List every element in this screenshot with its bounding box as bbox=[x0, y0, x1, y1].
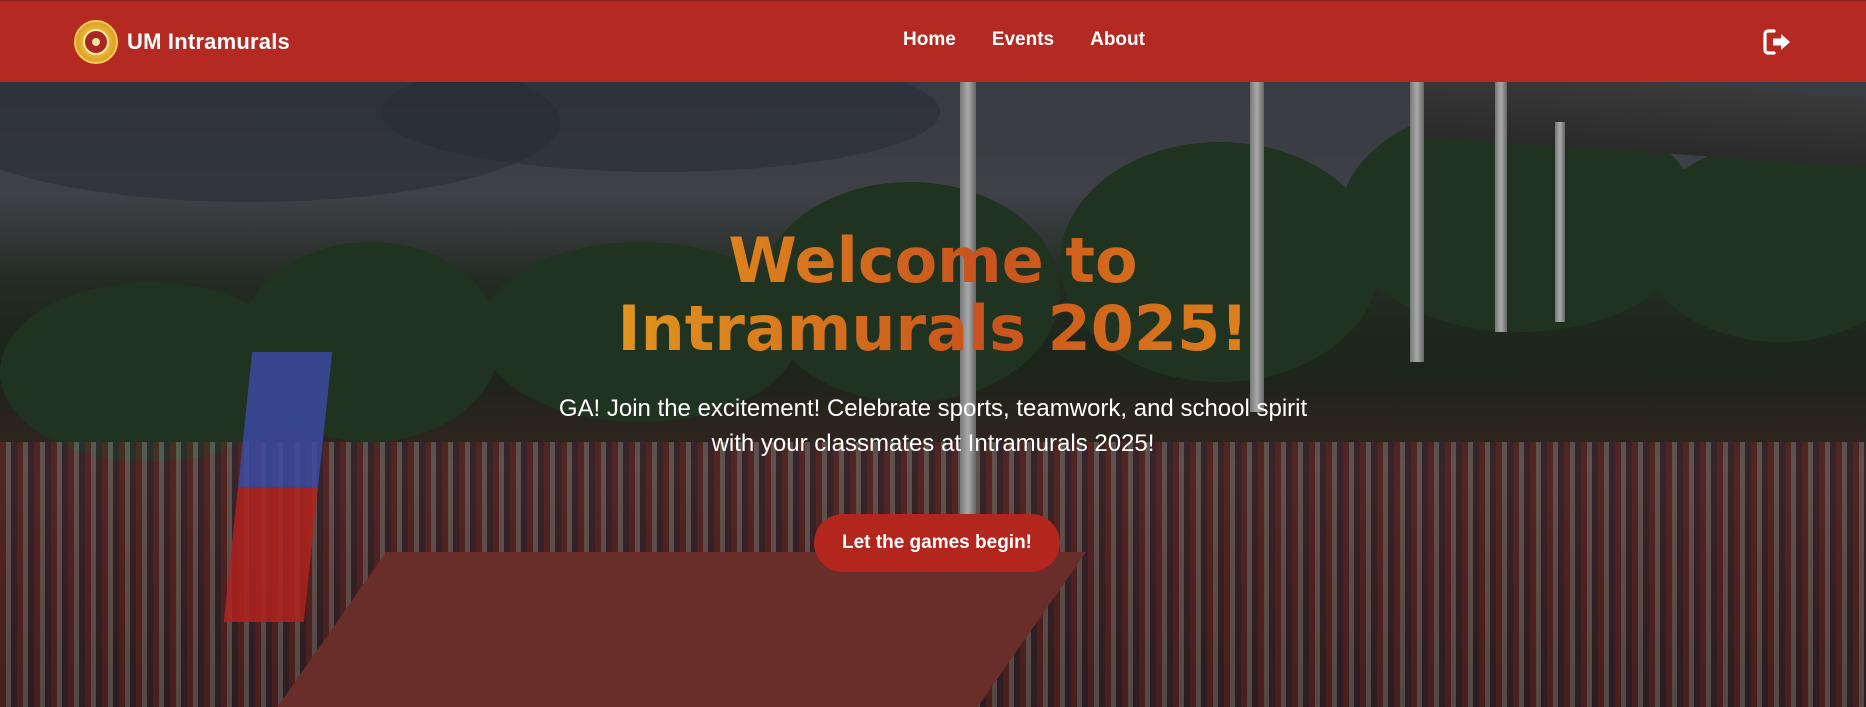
hero-section: Welcome to Intramurals 2025! GA! Join th… bbox=[0, 82, 1866, 707]
hero-subtitle-line2: with your classmates at Intramurals 2025… bbox=[711, 430, 1155, 457]
university-seal-icon bbox=[74, 20, 118, 64]
logout-button[interactable] bbox=[1763, 28, 1793, 56]
hero-subtitle: GA! Join the excitement! Celebrate sport… bbox=[483, 391, 1383, 461]
nav-links: Home Events About bbox=[903, 29, 1145, 51]
hero-title-line1: Welcome to bbox=[728, 224, 1138, 297]
hero-title-line2: Intramurals 2025! bbox=[617, 292, 1249, 365]
nav-link-about[interactable]: About bbox=[1090, 29, 1145, 51]
hero-subtitle-line1: GA! Join the excitement! Celebrate sport… bbox=[558, 395, 1308, 422]
brand-name: UM Intramurals bbox=[127, 29, 290, 54]
cta-button[interactable]: Let the games begin! bbox=[814, 514, 1060, 572]
sign-out-icon bbox=[1763, 29, 1790, 55]
nav-link-events[interactable]: Events bbox=[992, 29, 1054, 51]
brand-link[interactable]: UM Intramurals bbox=[74, 20, 290, 64]
hero-content: Welcome to Intramurals 2025! GA! Join th… bbox=[0, 82, 1866, 707]
hero-title: Welcome to Intramurals 2025! bbox=[433, 227, 1433, 363]
top-navbar: UM Intramurals Home Events About bbox=[0, 0, 1866, 82]
nav-link-home[interactable]: Home bbox=[903, 29, 956, 51]
